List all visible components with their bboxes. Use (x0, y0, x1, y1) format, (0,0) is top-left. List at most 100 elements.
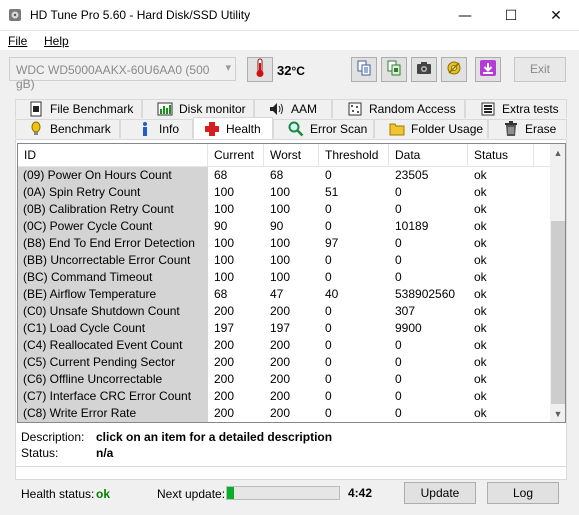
next-update-time: 4:42 (348, 486, 373, 500)
column-header-worst[interactable]: Worst (264, 144, 319, 167)
table-row[interactable]: (BE) Airflow Temperature 68 47 40 538902560 o… (18, 286, 550, 303)
table-row[interactable]: (C1) Load Cycle Count 197 197 0 9900 ok (18, 320, 550, 337)
cell-status: ok (474, 338, 487, 352)
cell-threshold: 97 (325, 236, 339, 250)
table-row[interactable]: (C4) Reallocated Event Count 200 200 0 0 ok (18, 337, 550, 354)
column-header-status[interactable]: Status (468, 144, 534, 167)
cell-threshold: 0 (325, 219, 332, 233)
window-title: HD Tune Pro 5.60 - Hard Disk/SSD Utility (30, 8, 251, 22)
cell-status: ok (474, 355, 487, 369)
tab-aam[interactable]: AAM (254, 99, 332, 118)
table-row[interactable]: (09) Power On Hours Count 68 68 0 23505 ok (18, 167, 550, 184)
table-row[interactable]: (C0) Unsafe Shutdown Count 200 200 0 307 ok (18, 303, 550, 320)
table-row[interactable]: (BB) Uncorrectable Error Count 100 100 0 0 ok (18, 252, 550, 269)
tab-random-access-label: Random Access (369, 102, 456, 116)
random-access-icon (347, 101, 363, 117)
cell-current: 197 (214, 321, 235, 335)
column-header-threshold[interactable]: Threshold (319, 144, 389, 167)
table-row[interactable]: (B8) End To End Error Detection 100 100 97 0… (18, 235, 550, 252)
scroll-up-arrow-icon[interactable]: ▲ (550, 144, 565, 161)
vertical-scrollbar[interactable]: ▲ ▼ (550, 144, 565, 422)
table-row[interactable]: (BC) Command Timeout 100 100 0 0 ok (18, 269, 550, 286)
column-header-data[interactable]: Data (389, 144, 468, 167)
smart-attributes-list[interactable]: ID Current Worst Threshold Data Status (… (17, 143, 566, 423)
cell-id: (C5) Current Pending Sector (18, 354, 208, 371)
next-update-label: Next update: (157, 487, 226, 501)
table-row[interactable]: (0A) Spin Retry Count 100 100 51 0 ok (18, 184, 550, 201)
tab-health[interactable]: Health (193, 117, 273, 139)
cell-id: (C4) Reallocated Event Count (18, 337, 208, 354)
tab-erase[interactable]: Erase (488, 119, 567, 138)
cell-id: (BC) Command Timeout (18, 269, 208, 286)
cell-data: 0 (395, 389, 402, 403)
table-row[interactable]: (C6) Offline Uncorrectable 200 200 0 0 ok (18, 371, 550, 388)
scroll-down-arrow-icon[interactable]: ▼ (550, 405, 565, 422)
menu-bar: File Help (0, 31, 579, 51)
cell-data: 0 (395, 355, 402, 369)
cell-status: ok (474, 202, 487, 216)
menu-help[interactable]: Help (44, 34, 69, 48)
tab-random-access[interactable]: Random Access (332, 99, 465, 118)
temperature-button[interactable] (247, 57, 273, 82)
options-button[interactable] (441, 57, 467, 82)
table-row[interactable]: (C8) Write Error Rate 200 200 0 0 ok (18, 405, 550, 422)
update-button[interactable]: Update (404, 482, 476, 504)
column-header-current[interactable]: Current (208, 144, 264, 167)
drive-select-value: WDC WD5000AAKX-60U6AA0 (500 gB) (16, 63, 210, 91)
list-rows: (09) Power On Hours Count 68 68 0 23505 ok (0A… (18, 167, 550, 422)
tab-error-scan[interactable]: Error Scan (273, 119, 374, 138)
column-header-id[interactable]: ID (18, 144, 208, 167)
cell-worst: 68 (270, 168, 284, 182)
drive-select[interactable]: WDC WD5000AAKX-60U6AA0 (500 gB) ▾ (9, 57, 236, 91)
tab-benchmark[interactable]: Benchmark (15, 119, 120, 138)
cell-worst: 100 (270, 202, 291, 216)
cell-data: 0 (395, 270, 402, 284)
tab-info[interactable]: Info (120, 119, 193, 138)
cell-status: ok (474, 389, 487, 403)
copy-button[interactable] (351, 57, 377, 82)
cell-status: ok (474, 253, 487, 267)
cell-current: 100 (214, 253, 235, 267)
camera-icon (416, 61, 432, 78)
file-benchmark-icon (28, 101, 44, 117)
menu-file[interactable]: File (8, 34, 27, 48)
tab-file-benchmark[interactable]: File Benchmark (15, 99, 142, 118)
log-button[interactable]: Log (487, 482, 559, 504)
benchmark-icon (28, 121, 44, 137)
table-row[interactable]: (C7) Interface CRC Error Count 200 200 0 0 ok (18, 388, 550, 405)
cell-worst: 200 (270, 406, 291, 420)
cell-threshold: 0 (325, 202, 332, 216)
list-header: ID Current Worst Threshold Data Status (18, 144, 550, 167)
status-value: n/a (96, 446, 114, 460)
cell-status: ok (474, 372, 487, 386)
minimize-button[interactable]: — (442, 0, 488, 31)
tab-extra-tests[interactable]: Extra tests (465, 99, 567, 118)
cell-id: (B8) End To End Error Detection (18, 235, 208, 252)
scrollbar-thumb[interactable] (551, 221, 565, 404)
cell-id: (0C) Power Cycle Count (18, 218, 208, 235)
folder-icon (389, 121, 405, 137)
description-label: Description: (21, 430, 85, 444)
copy-screenshot-button[interactable] (381, 57, 407, 82)
tab-info-label: Info (159, 122, 180, 136)
cell-id: (09) Power On Hours Count (18, 167, 208, 184)
cell-data: 23505 (395, 168, 429, 182)
health-status-label: Health status: (21, 487, 95, 501)
screenshot-button[interactable] (411, 57, 437, 82)
exit-button[interactable]: Exit (514, 57, 566, 82)
cell-worst: 90 (270, 219, 284, 233)
health-status-value: ok (96, 487, 111, 501)
table-row[interactable]: (0B) Calibration Retry Count 100 100 0 0 ok (18, 201, 550, 218)
tab-folder-usage[interactable]: Folder Usage (374, 119, 488, 138)
save-button[interactable] (475, 57, 501, 82)
table-row[interactable]: (C5) Current Pending Sector 200 200 0 0 ok (18, 354, 550, 371)
table-row[interactable]: (0C) Power Cycle Count 90 90 0 10189 ok (18, 218, 550, 235)
tab-disk-monitor[interactable]: Disk monitor (142, 99, 254, 118)
close-button[interactable]: ✕ (533, 0, 579, 31)
cell-worst: 47 (270, 287, 284, 301)
maximize-button[interactable]: ☐ (488, 0, 534, 31)
progress-fill (227, 487, 234, 499)
cell-status: ok (474, 287, 487, 301)
cell-worst: 100 (270, 270, 291, 284)
cell-status: ok (474, 219, 487, 233)
